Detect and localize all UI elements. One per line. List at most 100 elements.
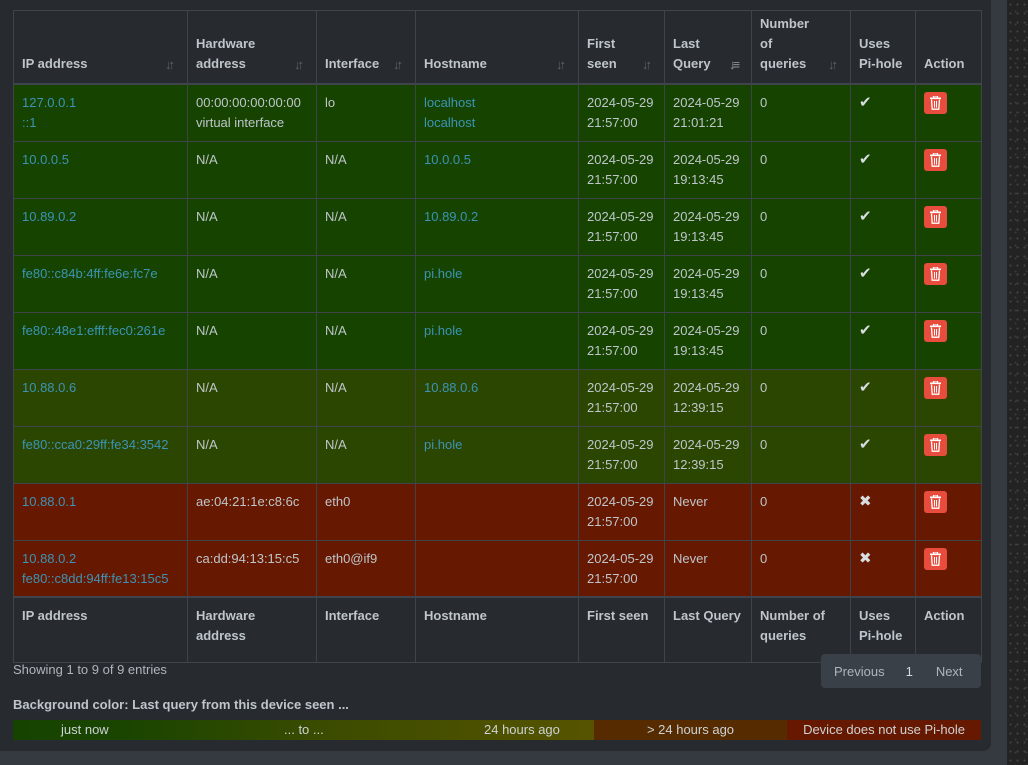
page-1-button[interactable]: 1 [906, 664, 913, 679]
ip-address-cell-value[interactable]: fe80::c8dd:94ff:fe13:15c5 [22, 569, 179, 589]
delete-button[interactable] [924, 205, 947, 228]
trash-icon [930, 494, 941, 509]
sort-icon[interactable]: ↓↑ [828, 57, 842, 73]
trash-icon [930, 551, 941, 566]
first-seen-cell-value: 2024-05-29 [587, 95, 654, 110]
first-seen-cell-value: 21:57:00 [587, 115, 638, 130]
column-header-label: Action [924, 56, 965, 71]
hostname-cell [415, 539, 579, 598]
network-table: IP address ↓↑ Hardware address ↓↑ Interface ↓… [13, 10, 982, 663]
delete-button[interactable] [924, 547, 947, 570]
desktop-background [1007, 0, 1028, 765]
ip-address-cell-value[interactable]: 10.0.0.5 [22, 150, 179, 170]
ip-address-cell-value[interactable]: 127.0.0.1 [22, 93, 179, 113]
trash-icon [930, 209, 941, 224]
uses-pihole-cell: ✔ [850, 425, 916, 484]
column-header-interface[interactable]: Interface ↓↑ [316, 10, 416, 85]
column-header-last-query[interactable]: Last Query ↓≡ [664, 10, 752, 85]
ip-address-cell-value[interactable]: fe80::48e1:efff:fec0:261e [22, 321, 179, 341]
hardware-address-cell: N/A [187, 140, 317, 199]
hostname-cell-value[interactable]: pi.hole [424, 321, 570, 341]
ip-address-cell-value[interactable]: fe80::cca0:29ff:fe34:3542 [22, 435, 179, 455]
interface-cell: N/A [316, 197, 416, 256]
last-query-cell-value: 2024-05-29 [673, 208, 740, 224]
sort-icon[interactable]: ↓↑ [642, 57, 656, 73]
table-footer-row: IP address Hardware address Interface Hostn… [13, 596, 982, 663]
delete-button[interactable] [924, 92, 947, 114]
delete-button[interactable] [924, 433, 947, 456]
hostname-cell: 10.89.0.2 [415, 197, 579, 256]
hardware-address-cell-value: virtual interface [196, 115, 285, 130]
legend-older: > 24 hours ago [594, 720, 787, 740]
uses-pihole-cell: ✖ [850, 539, 916, 598]
sort-icon[interactable]: ↓↑ [294, 57, 308, 73]
column-header-hostname[interactable]: Hostname ↓↑ [415, 10, 579, 85]
sort-icon[interactable]: ↓↑ [556, 57, 570, 73]
footer-header-uses-pi-hole: Uses Pi-hole [850, 596, 916, 663]
last-query-cell-value: 12:39:15 [673, 456, 724, 472]
table-row: fe80::c84b:4ff:fe6e:fc7e N/A N/A pi.hole 202… [13, 254, 982, 313]
first-seen-cell: 2024-05-29 21:57:00 [578, 311, 665, 370]
ip-address-cell-value[interactable]: 10.88.0.6 [22, 378, 179, 398]
action-cell [915, 425, 982, 484]
last-query-cell: 2024-05-29 19:13:45 [664, 254, 752, 313]
delete-button[interactable] [924, 376, 947, 399]
column-header-hardware-address[interactable]: Hardware address ↓↑ [187, 10, 317, 85]
column-header-first-seen[interactable]: First seen ↓↑ [578, 10, 665, 85]
hostname-cell: pi.hole [415, 311, 579, 370]
last-query-cell-value: 19:13:45 [673, 171, 724, 187]
hostname-cell-value[interactable]: localhost [424, 113, 570, 133]
ip-address-cell-value[interactable]: 10.88.0.1 [22, 492, 179, 512]
hostname-cell-value[interactable]: pi.hole [424, 264, 570, 284]
delete-button[interactable] [924, 262, 947, 285]
first-seen-cell-value: 21:57:00 [587, 171, 638, 187]
first-seen-cell: 2024-05-29 21:57:00 [578, 140, 665, 199]
action-cell [915, 368, 982, 427]
ip-address-cell-value[interactable]: fe80::c84b:4ff:fe6e:fc7e [22, 264, 179, 284]
hostname-cell-value[interactable]: 10.0.0.5 [424, 150, 570, 170]
ip-address-cell: 10.0.0.5 [13, 140, 188, 199]
column-header-ip-address[interactable]: IP address ↓↑ [13, 10, 188, 85]
footer-header-number-of-queries: Number of queries [751, 596, 851, 663]
hostname-cell-value[interactable]: 10.89.0.2 [424, 207, 570, 227]
delete-button[interactable] [924, 319, 947, 342]
last-query-cell-value: 2024-05-29 [673, 322, 740, 338]
previous-page-button[interactable]: Previous [834, 664, 885, 679]
first-seen-cell-value: 21:57:00 [587, 285, 638, 301]
first-seen-cell: 2024-05-29 21:57:00 [578, 368, 665, 427]
footer-header-interface: Interface [316, 596, 416, 663]
hostname-cell: 10.0.0.5 [415, 140, 579, 199]
sort-descending-icon[interactable]: ↓≡ [729, 57, 743, 73]
next-page-button[interactable]: Next [936, 664, 963, 679]
interface-cell: eth0@if9 [316, 539, 416, 598]
last-query-cell: 2024-05-29 19:13:45 [664, 197, 752, 256]
ip-address-cell-value[interactable]: 10.89.0.2 [22, 207, 179, 227]
ip-address-cell-value[interactable]: ::1 [22, 113, 179, 133]
trash-icon [930, 437, 941, 452]
queries-cell: 0 [751, 425, 851, 484]
ip-address-cell: fe80::48e1:efff:fec0:261e [13, 311, 188, 370]
table-row: 10.88.0.6 N/A N/A 10.88.0.6 2024-05-29 21:57:… [13, 368, 982, 427]
first-seen-cell-value: 2024-05-29 [587, 379, 654, 395]
hardware-address-cell-value: N/A [196, 151, 218, 167]
sort-icon[interactable]: ↓↑ [393, 57, 407, 73]
column-header-uses-pi-hole: Uses Pi-hole [850, 10, 916, 85]
delete-button[interactable] [924, 490, 947, 513]
column-header-number-of-queries[interactable]: Number of queries ↓↑ [751, 10, 851, 85]
hostname-cell-value[interactable]: localhost [424, 93, 570, 113]
hostname-cell-value[interactable]: pi.hole [424, 435, 570, 455]
legend-to: ... to ... [284, 722, 324, 737]
hardware-address-cell-value: N/A [196, 379, 218, 395]
action-cell [915, 83, 982, 142]
delete-button[interactable] [924, 148, 947, 171]
trash-icon [930, 323, 941, 338]
ip-address-cell: 10.88.0.1 [13, 482, 188, 541]
footer-header-first-seen: First seen [578, 596, 665, 663]
column-header-label: Hardware address [196, 36, 256, 71]
ip-address-cell-value[interactable]: 10.88.0.2 [22, 549, 179, 569]
hostname-cell: 10.88.0.6 [415, 368, 579, 427]
sort-icon[interactable]: ↓↑ [165, 57, 179, 73]
hostname-cell-value[interactable]: 10.88.0.6 [424, 378, 570, 398]
column-header-label: IP address [22, 56, 88, 71]
hardware-address-cell-value: ae:04:21:1e:c8:6c [196, 493, 300, 509]
